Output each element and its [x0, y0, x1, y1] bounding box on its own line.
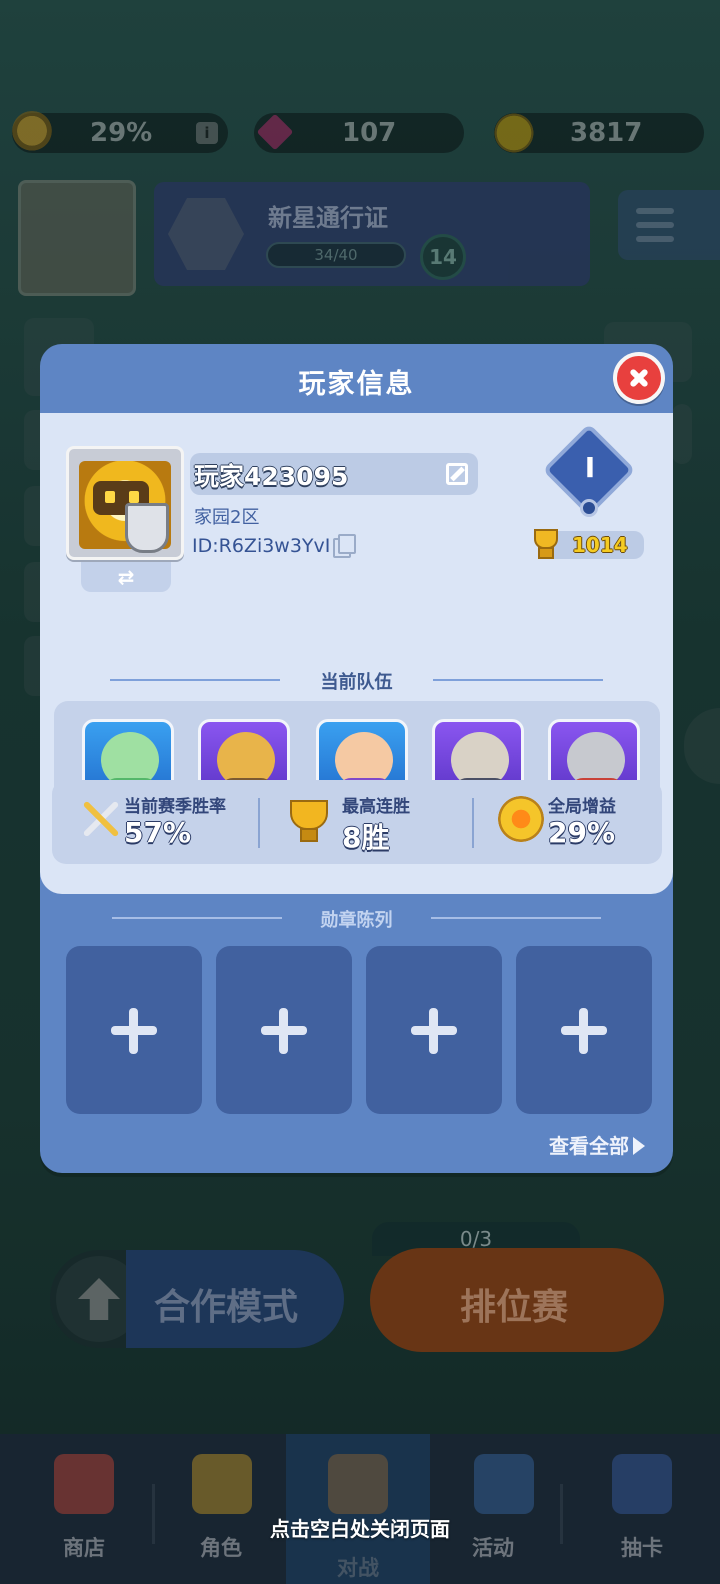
view-all-label: 查看全部: [549, 1134, 629, 1158]
copy-icon[interactable]: [333, 534, 356, 558]
stat-best-streak: 最高连胜 8胜: [274, 780, 464, 864]
divider: [472, 798, 474, 848]
player-info-dialog: 玩家信息 ⇄ 玩家423095 家园2区 ID:R6Zi3w3YvI I 101…: [40, 344, 673, 1173]
close-icon[interactable]: [613, 352, 665, 404]
stat-win-rate: 当前赛季胜率 57%: [68, 780, 258, 864]
trophy-icon: [528, 527, 560, 559]
player-stats: 当前赛季胜率 57% 最高连胜 8胜 全局增益 29%: [52, 780, 662, 864]
rank-gem-icon: [580, 499, 598, 517]
stat-label: 当前赛季胜率: [124, 797, 226, 817]
player-name-field[interactable]: 玩家423095: [190, 453, 478, 495]
avatar-eye: [129, 491, 139, 503]
plus-icon: [429, 1008, 438, 1054]
team-section-heading: 当前队伍: [40, 668, 673, 694]
divider: [110, 679, 280, 681]
medal-slot[interactable]: [66, 946, 202, 1114]
tap-to-close-hint: 点击空白处关闭页面: [270, 1517, 450, 1541]
stat-label: 全局增益: [548, 797, 616, 817]
edit-icon[interactable]: [446, 463, 468, 485]
stat-value: 57%: [124, 816, 192, 849]
avatar-shield-icon: [125, 503, 169, 553]
crossed-swords-icon: [78, 796, 124, 842]
player-name: 玩家423095: [194, 462, 349, 491]
trophy-count: 1014: [534, 529, 644, 559]
view-all-medals-link[interactable]: 查看全部: [549, 1130, 645, 1159]
medal-slot[interactable]: [366, 946, 502, 1114]
plus-icon: [129, 1008, 138, 1054]
divider: [112, 917, 282, 919]
divider: [431, 917, 601, 919]
player-server: 家园2区: [194, 507, 260, 528]
stat-global-buff: 全局增益 29%: [488, 780, 668, 864]
player-id: ID:R6Zi3w3YvI: [192, 535, 331, 557]
stat-value: 8胜: [342, 821, 390, 854]
plus-icon: [579, 1008, 588, 1054]
plus-icon: [279, 1008, 288, 1054]
stat-label: 最高连胜: [342, 797, 410, 817]
rank-badge[interactable]: I: [542, 423, 636, 523]
trophy-cup-icon: [284, 796, 330, 842]
divider: [433, 679, 603, 681]
swap-avatar-button[interactable]: ⇄: [81, 562, 171, 592]
rank-numeral: I: [584, 451, 596, 484]
dialog-title: 玩家信息: [298, 369, 415, 400]
team-heading-text: 当前队伍: [320, 672, 393, 693]
player-avatar[interactable]: [66, 446, 184, 560]
divider: [258, 798, 260, 848]
stats-anchor: 当前赛季胜率 57% 最高连胜 8胜 全局增益 29%: [40, 344, 673, 864]
trophy-value: 1014: [572, 533, 628, 557]
chevron-right-icon: [633, 1137, 645, 1155]
stat-value: 29%: [548, 816, 616, 849]
medal-section-heading: 勋章陈列: [40, 906, 673, 932]
medal-slot[interactable]: [516, 946, 652, 1114]
medal-heading-text: 勋章陈列: [320, 910, 393, 931]
avatar-eye: [105, 491, 115, 503]
medal-slot[interactable]: [216, 946, 352, 1114]
crown-buff-icon: [498, 796, 544, 842]
